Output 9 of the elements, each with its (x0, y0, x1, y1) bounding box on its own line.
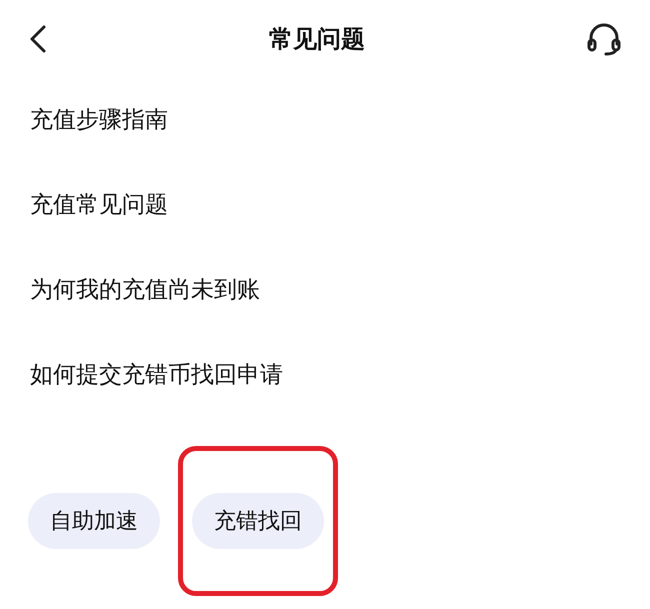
faq-link[interactable]: 如何提交充错币找回申请 (30, 333, 620, 418)
page-title: 常见问题 (269, 24, 365, 55)
action-button[interactable]: 自助加速 (28, 493, 160, 549)
headset-icon[interactable] (586, 22, 622, 56)
faq-link[interactable]: 为何我的充值尚未到账 (30, 248, 620, 333)
faq-link[interactable]: 充值常见问题 (30, 163, 620, 248)
faq-link[interactable]: 充值步骤指南 (30, 78, 620, 163)
back-icon[interactable] (28, 24, 48, 54)
action-button[interactable]: 充错找回 (192, 493, 324, 549)
